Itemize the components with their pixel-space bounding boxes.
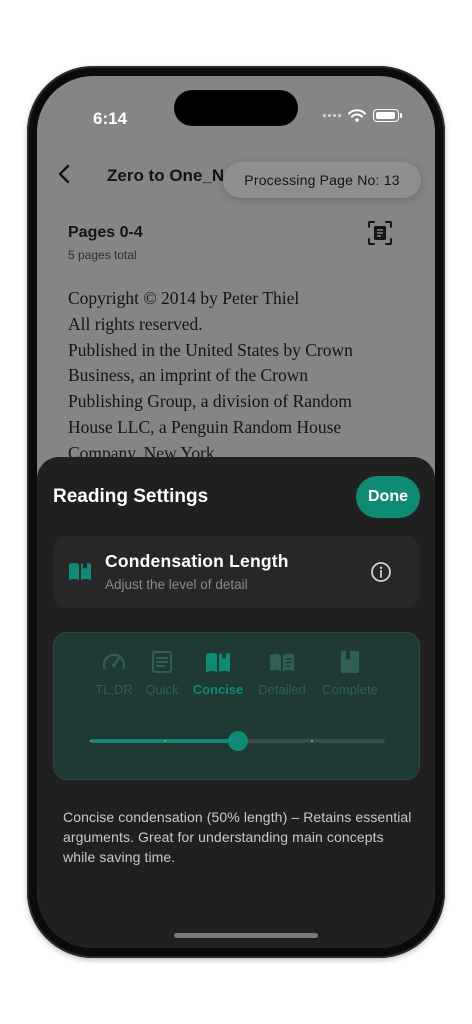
text-line: Publishing Group, a division of Random [68, 391, 352, 412]
card-title: Condensation Length [105, 551, 289, 571]
sheet-title: Reading Settings [53, 486, 209, 507]
battery-icon [373, 109, 402, 122]
level-option-detailed[interactable]: Detailed [247, 649, 317, 697]
text-line: Copyright © 2014 by Peter Thiel [68, 288, 300, 308]
slider-tick [163, 740, 166, 742]
reading-settings-sheet: Reading Settings Done Condensation Lengt… [37, 457, 435, 948]
closed-book-icon [341, 651, 359, 673]
chevron-left-icon[interactable] [53, 162, 77, 186]
level-description: Concise condensation (50% length) – Reta… [63, 809, 412, 865]
text-line: Business, an imprint of the Crown [68, 365, 309, 386]
home-indicator[interactable] [174, 933, 318, 938]
slider-tick [310, 740, 313, 742]
level-label: Detailed [258, 682, 306, 697]
phone-frame: 6:14 Zero to One_N Processing Page No: 1… [27, 66, 445, 958]
status-icons [323, 109, 402, 122]
signal-icon [323, 114, 341, 117]
slider-thumb[interactable] [228, 731, 248, 751]
list-icon [152, 651, 172, 673]
status-time: 6:14 [93, 109, 128, 128]
level-label: Quick [145, 682, 179, 697]
wifi-icon [348, 109, 366, 122]
text-line: House LLC, a Penguin Random House [68, 416, 342, 437]
dynamic-island [174, 90, 298, 126]
pages-subtitle: 5 pages total [68, 248, 137, 262]
text-line: Published in the United States by Crown [68, 339, 353, 360]
info-icon[interactable] [370, 561, 392, 583]
screen: 6:14 Zero to One_N Processing Page No: 1… [37, 76, 435, 948]
scan-document-icon[interactable] [367, 220, 393, 246]
level-label: Complete [322, 682, 378, 697]
book-pages-icon [270, 653, 294, 671]
level-option-concise[interactable]: Concise [183, 649, 253, 697]
done-button[interactable]: Done [356, 476, 420, 518]
level-label: Concise [192, 682, 244, 697]
open-book-icon [69, 561, 91, 580]
page-text: Copyright © 2014 by Peter Thiel All righ… [68, 286, 408, 467]
level-option-complete[interactable]: Complete [315, 649, 385, 697]
text-line: All rights reserved. [68, 313, 203, 334]
slider-tick [90, 740, 92, 742]
card-subtitle: Adjust the level of detail [105, 577, 248, 592]
open-book-icon [206, 650, 230, 672]
pages-title: Pages 0-4 [68, 224, 143, 241]
processing-toast: Processing Page No: 13 [223, 162, 421, 198]
condensation-length-card: Condensation Length Adjust the level of … [53, 536, 420, 608]
condensation-level-selector: TL;DR Quick Concise Detailed Complete [53, 632, 420, 780]
gauge-icon [102, 653, 126, 670]
toast-text: Processing Page No: 13 [244, 172, 400, 188]
